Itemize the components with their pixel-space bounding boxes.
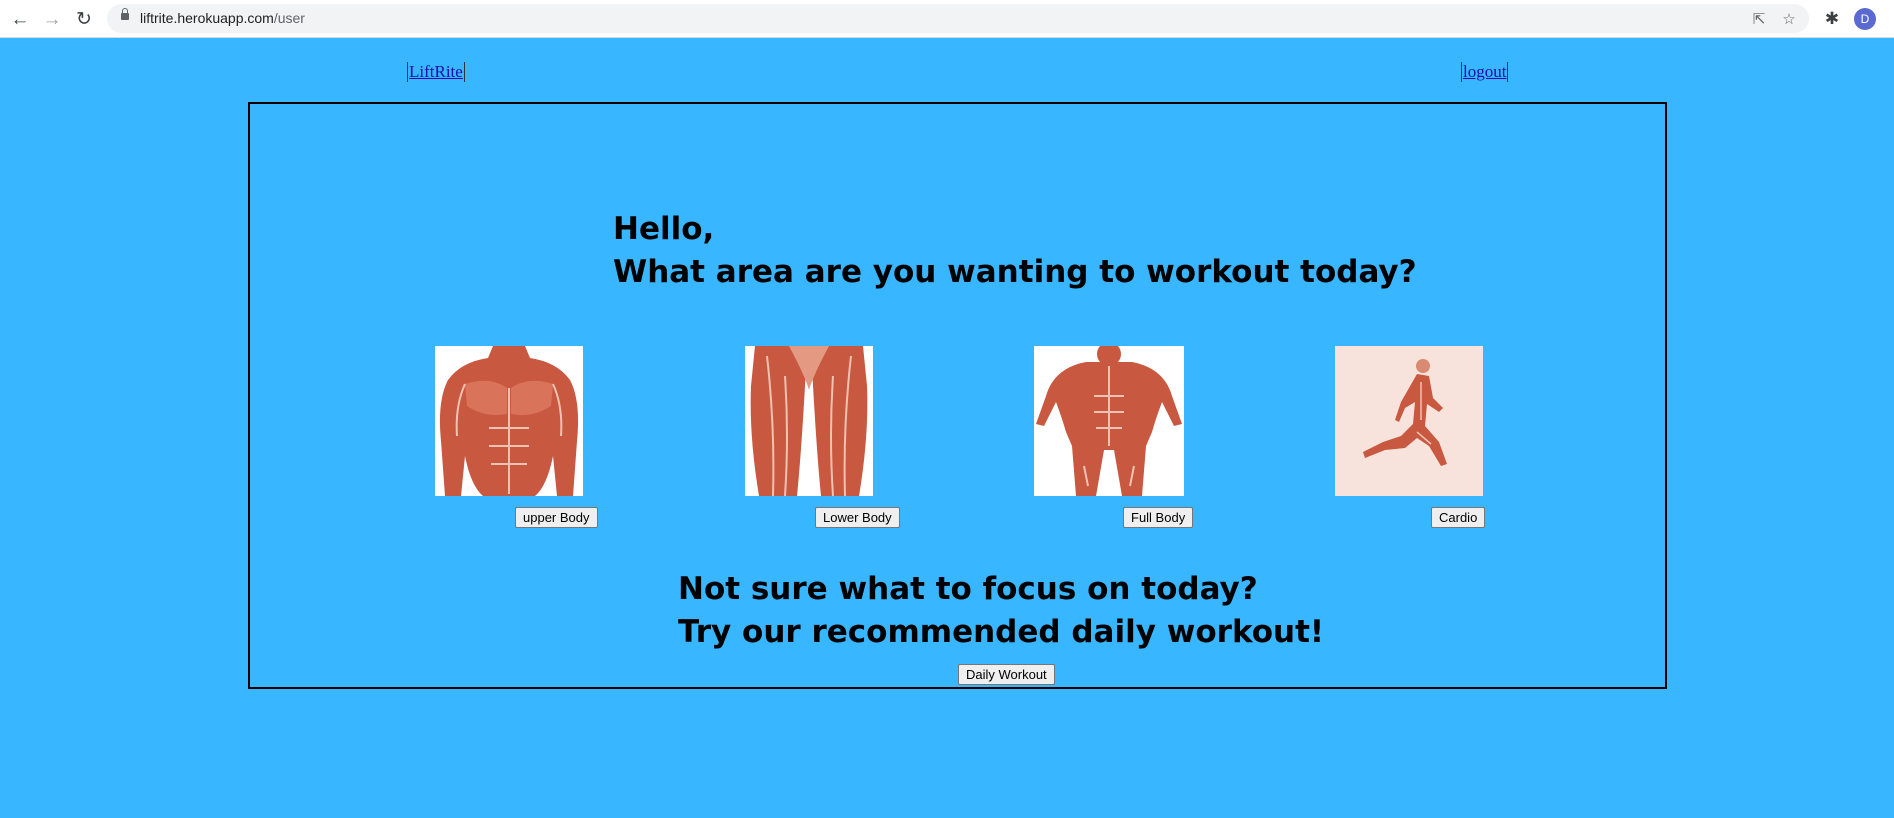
url-path: /user [273,10,305,26]
full-body-button[interactable]: Full Body [1123,507,1194,528]
forward-arrow-icon[interactable]: → [38,6,66,32]
greeting-heading: Hello, [613,211,715,247]
brand-link[interactable]: LiftRite [407,62,465,82]
cardio-image [1335,346,1483,496]
bookmark-star-icon[interactable]: ☆ [1778,8,1800,30]
daily-workout-button[interactable]: Daily Workout [958,664,1055,685]
url-text[interactable]: liftrite.herokuapp.com/user [140,10,305,26]
browser-toolbar: ← → ↻ liftrite.herokuapp.com/user ⇱ ☆ ✱ … [0,0,1894,38]
extensions-puzzle-icon[interactable]: ✱ [1820,7,1844,31]
back-arrow-icon[interactable]: ← [6,6,34,32]
profile-avatar[interactable]: D [1854,8,1876,30]
main-panel: Hello, What area are you wanting to work… [248,102,1667,689]
logout-link[interactable]: logout [1461,62,1509,82]
share-icon[interactable]: ⇱ [1748,8,1770,30]
lower-body-button[interactable]: Lower Body [815,507,900,528]
question-heading: What area are you wanting to workout tod… [613,254,1417,290]
category-card-cardio [1335,346,1483,496]
unsure-heading: Not sure what to focus on today? [678,571,1258,607]
lock-icon[interactable] [121,8,129,20]
category-card-lower-body [745,346,873,496]
reload-icon[interactable]: ↻ [70,6,98,32]
upper-body-image [435,346,583,496]
cardio-button[interactable]: Cardio [1431,507,1486,528]
category-card-full-body [1034,346,1184,496]
address-bar[interactable]: liftrite.herokuapp.com/user ⇱ ☆ [107,4,1809,33]
upper-body-button[interactable]: upper Body [515,507,598,528]
url-host: liftrite.herokuapp.com [140,10,274,26]
category-card-upper-body [435,346,583,496]
recommend-heading: Try our recommended daily workout! [678,614,1325,650]
lower-body-image [745,346,873,496]
full-body-image [1034,346,1184,496]
